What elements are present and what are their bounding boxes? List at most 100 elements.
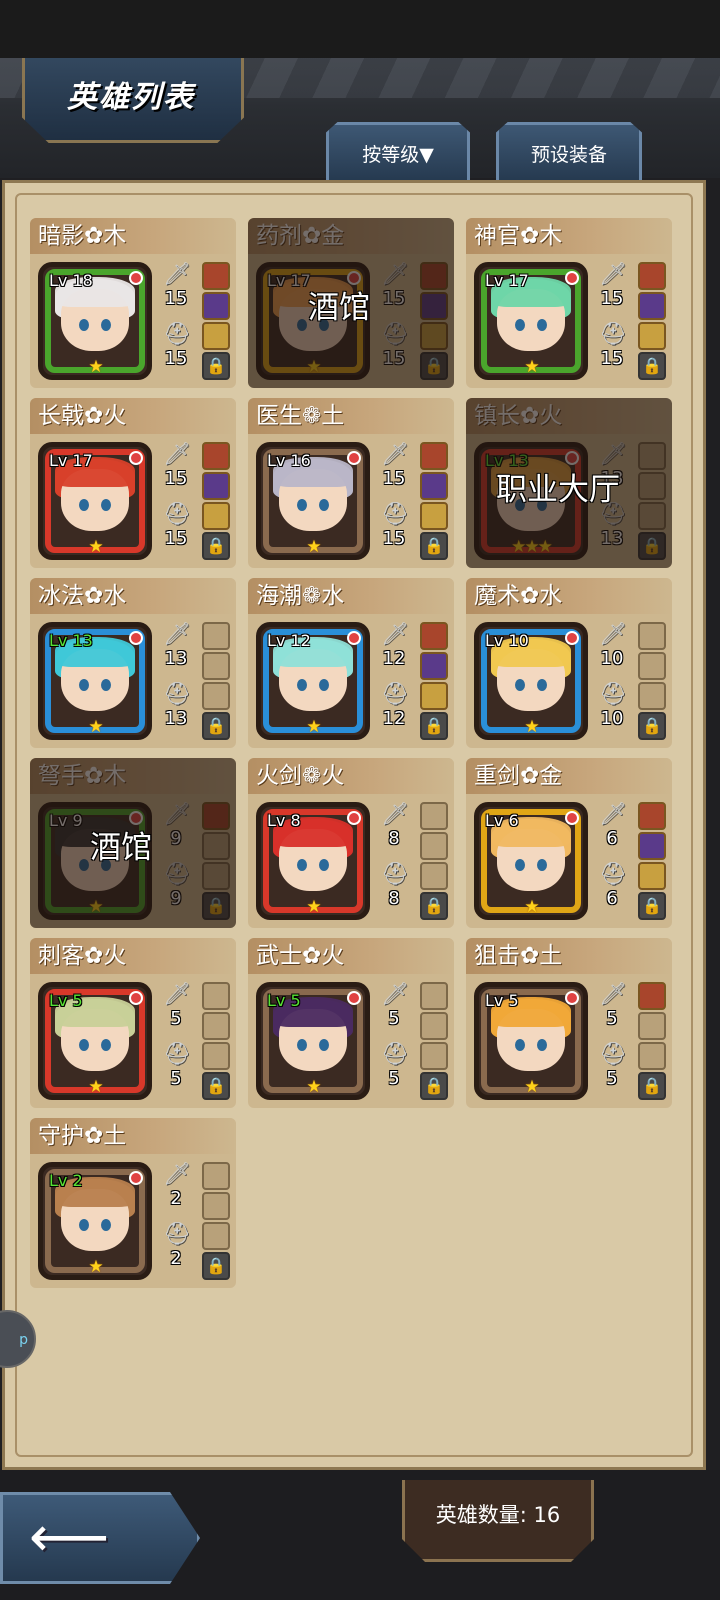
helmet-icon: ⛑ bbox=[381, 862, 409, 887]
hero-card[interactable]: 医生❁土 Lv 16 ★ 🗡 15 ⛑ 15 🔒 bbox=[248, 398, 454, 568]
equipment-slot-empty[interactable] bbox=[202, 652, 230, 680]
preset-equipment-button[interactable]: 预设装备 bbox=[496, 122, 642, 180]
equipment-slot-filled[interactable] bbox=[420, 472, 448, 500]
hero-portrait[interactable]: Lv 10 ★ bbox=[474, 622, 588, 740]
locked-slot-icon[interactable]: 🔒 bbox=[202, 712, 230, 740]
attack-stat: 🗡 5 bbox=[158, 982, 198, 1040]
attack-value: 12 bbox=[382, 648, 406, 669]
hero-portrait[interactable]: Lv 2 ★ bbox=[38, 1162, 152, 1280]
helmet-icon: ⛑ bbox=[599, 1042, 627, 1067]
equipment-slot-empty[interactable] bbox=[638, 682, 666, 710]
hero-level: Lv 16 bbox=[267, 451, 311, 470]
locked-slot-icon[interactable]: 🔒 bbox=[202, 1252, 230, 1280]
locked-slot-icon[interactable]: 🔒 bbox=[638, 1072, 666, 1100]
equipment-slot-filled[interactable] bbox=[638, 262, 666, 290]
equipment-slot-empty[interactable] bbox=[638, 622, 666, 650]
equipment-slot-empty[interactable] bbox=[202, 1012, 230, 1040]
locked-slot-icon[interactable]: 🔒 bbox=[638, 892, 666, 920]
equipment-slot-filled[interactable] bbox=[420, 622, 448, 650]
hero-card[interactable]: 魔术✿水 Lv 10 ★ 🗡 10 ⛑ 10 🔒 bbox=[466, 578, 672, 748]
locked-slot-icon[interactable]: 🔒 bbox=[420, 1072, 448, 1100]
equipment-slot-empty[interactable] bbox=[420, 1042, 448, 1070]
locked-slot-icon[interactable]: 🔒 bbox=[420, 712, 448, 740]
hero-card[interactable]: 弩手✿木Lv 9★🗡9⛑9🔒酒馆 bbox=[30, 758, 236, 928]
hero-portrait[interactable]: Lv 16 ★ bbox=[256, 442, 370, 560]
locked-slot-icon[interactable]: 🔒 bbox=[420, 532, 448, 560]
hero-portrait[interactable]: Lv 5 ★ bbox=[256, 982, 370, 1100]
hero-portrait[interactable]: Lv 8 ★ bbox=[256, 802, 370, 920]
hero-card[interactable]: 重剑✿金 Lv 6 ★ 🗡 6 ⛑ 6 🔒 bbox=[466, 758, 672, 928]
equipment-slot-filled[interactable] bbox=[202, 292, 230, 320]
locked-slot-icon[interactable]: 🔒 bbox=[638, 352, 666, 380]
hero-portrait[interactable]: Lv 13 ★ bbox=[38, 622, 152, 740]
hero-card[interactable]: 狙击✿土 Lv 5 ★ 🗡 5 ⛑ 5 🔒 bbox=[466, 938, 672, 1108]
hero-portrait[interactable]: Lv 5 ★ bbox=[474, 982, 588, 1100]
equipment-slot-filled[interactable] bbox=[638, 322, 666, 350]
hero-portrait[interactable]: Lv 5 ★ bbox=[38, 982, 152, 1100]
equipment-slot-empty[interactable] bbox=[202, 1042, 230, 1070]
sword-icon: 🗡 bbox=[163, 982, 191, 1007]
equipment-slot-filled[interactable] bbox=[638, 862, 666, 890]
equipment-slot-empty[interactable] bbox=[202, 1192, 230, 1220]
equipment-slot-empty[interactable] bbox=[202, 622, 230, 650]
equipment-slot-filled[interactable] bbox=[202, 472, 230, 500]
equipment-slot-filled[interactable] bbox=[202, 262, 230, 290]
equipment-slot-empty[interactable] bbox=[638, 1012, 666, 1040]
hero-card[interactable]: 长戟✿火 Lv 17 ★ 🗡 15 ⛑ 15 🔒 bbox=[30, 398, 236, 568]
hero-level: Lv 12 bbox=[267, 631, 311, 650]
locked-slot-icon[interactable]: 🔒 bbox=[638, 712, 666, 740]
equipment-slot-empty[interactable] bbox=[202, 1222, 230, 1250]
equipment-slot-filled[interactable] bbox=[202, 442, 230, 470]
equipment-slot-filled[interactable] bbox=[638, 802, 666, 830]
sword-icon: 🗡 bbox=[599, 262, 627, 287]
equipment-slot-empty[interactable] bbox=[638, 1042, 666, 1070]
equipment-slot-filled[interactable] bbox=[420, 682, 448, 710]
notification-dot-icon bbox=[347, 631, 361, 645]
hero-card[interactable]: 武士✿火 Lv 5 ★ 🗡 5 ⛑ 5 🔒 bbox=[248, 938, 454, 1108]
locked-slot-icon[interactable]: 🔒 bbox=[202, 1072, 230, 1100]
hero-card[interactable]: 镇长✿火Lv 13★★★🗡13⛑13🔒职业大厅 bbox=[466, 398, 672, 568]
equipment-slot-empty[interactable] bbox=[420, 982, 448, 1010]
attack-stat: 🗡 5 bbox=[594, 982, 634, 1040]
hero-portrait[interactable]: Lv 17 ★ bbox=[38, 442, 152, 560]
equipment-slot-filled[interactable] bbox=[420, 442, 448, 470]
hero-portrait[interactable]: Lv 6 ★ bbox=[474, 802, 588, 920]
locked-slot-icon[interactable]: 🔒 bbox=[420, 892, 448, 920]
hero-portrait[interactable]: Lv 17 ★ bbox=[474, 262, 588, 380]
hero-card[interactable]: 海潮❁水 Lv 12 ★ 🗡 12 ⛑ 12 🔒 bbox=[248, 578, 454, 748]
equipment-slot-filled[interactable] bbox=[638, 832, 666, 860]
equipment-slot-empty[interactable] bbox=[202, 982, 230, 1010]
equipment-slot-filled[interactable] bbox=[202, 502, 230, 530]
equipment-slot-filled[interactable] bbox=[420, 652, 448, 680]
equipment-slot-filled[interactable] bbox=[420, 502, 448, 530]
equipment-slot-empty[interactable] bbox=[420, 832, 448, 860]
equipment-slot-empty[interactable] bbox=[420, 862, 448, 890]
locked-slot-icon[interactable]: 🔒 bbox=[202, 532, 230, 560]
hero-portrait[interactable]: Lv 12 ★ bbox=[256, 622, 370, 740]
equipment-slot-empty[interactable] bbox=[420, 802, 448, 830]
equipment-slot-filled[interactable] bbox=[638, 982, 666, 1010]
hero-card[interactable]: 守护✿土 Lv 2 ★ 🗡 2 ⛑ 2 🔒 bbox=[30, 1118, 236, 1288]
equipment-slot-empty[interactable] bbox=[638, 652, 666, 680]
helmet-icon: ⛑ bbox=[163, 682, 191, 707]
hero-card[interactable]: 冰法✿水 Lv 13 ★ 🗡 13 ⛑ 13 🔒 bbox=[30, 578, 236, 748]
equipment-slot-empty[interactable] bbox=[420, 1012, 448, 1040]
back-button[interactable]: ⟵ bbox=[0, 1492, 200, 1584]
hero-card[interactable]: 火剑❁火 Lv 8 ★ 🗡 8 ⛑ 8 🔒 bbox=[248, 758, 454, 928]
hero-card[interactable]: 药剂✿金Lv 17★🗡15⛑15🔒酒馆 bbox=[248, 218, 454, 388]
hero-card[interactable]: 神官✿木 Lv 17 ★ 🗡 15 ⛑ 15 🔒 bbox=[466, 218, 672, 388]
hero-card[interactable]: 刺客✿火 Lv 5 ★ 🗡 5 ⛑ 5 🔒 bbox=[30, 938, 236, 1108]
equipment-slot-filled[interactable] bbox=[202, 322, 230, 350]
locked-slot-icon[interactable]: 🔒 bbox=[202, 352, 230, 380]
star-rating: ★ bbox=[88, 1077, 103, 1097]
hero-portrait[interactable]: Lv 18 ★ bbox=[38, 262, 152, 380]
hero-card[interactable]: 暗影✿木 Lv 18 ★ 🗡 15 ⛑ 15 🔒 bbox=[30, 218, 236, 388]
sort-by-level-button[interactable]: 按等级▼ bbox=[326, 122, 470, 180]
helmet-icon: ⛑ bbox=[599, 862, 627, 887]
equipment-slot-empty[interactable] bbox=[202, 682, 230, 710]
defense-stat: ⛑ 10 bbox=[594, 682, 634, 740]
attack-stat: 🗡15 bbox=[158, 262, 198, 320]
equipment-slot-filled[interactable] bbox=[638, 292, 666, 320]
hero-level: Lv 5 bbox=[267, 991, 301, 1010]
equipment-slot-empty[interactable] bbox=[202, 1162, 230, 1190]
